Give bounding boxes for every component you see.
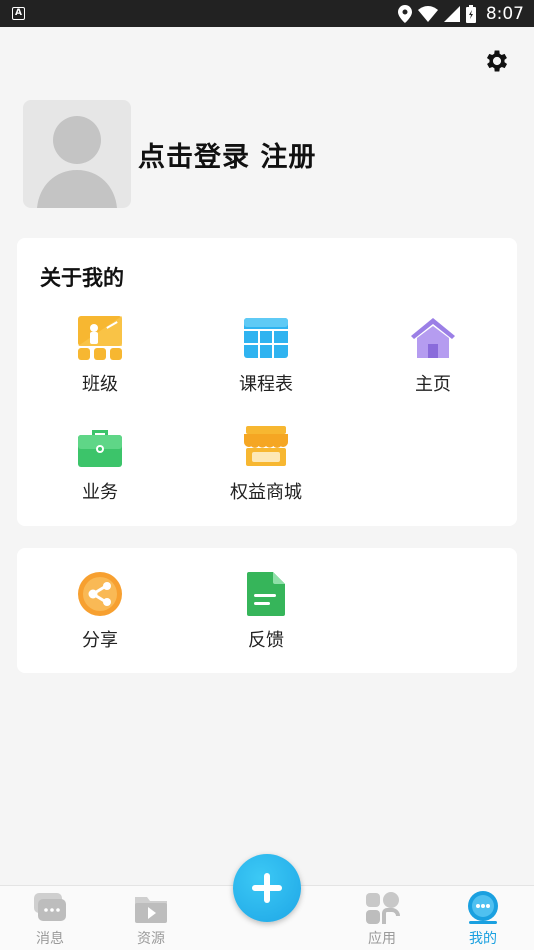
plus-icon [252, 873, 282, 903]
wifi-icon [417, 5, 438, 22]
mine-icon [468, 891, 498, 924]
tab-label: 消息 [36, 931, 64, 947]
grid-item-home[interactable]: 主页 [350, 314, 516, 396]
battery-icon [465, 4, 476, 23]
location-icon [397, 4, 412, 23]
tab-mine[interactable]: 我的 [443, 886, 523, 950]
tab-label: 应用 [368, 931, 396, 947]
tab-apps[interactable]: 应用 [342, 886, 422, 950]
grid-item-label: 班级 [82, 374, 118, 395]
about-me-card: 关于我的 班级 课程表 主页 业务 权益商城 [17, 238, 517, 526]
grid-item-store[interactable]: 权益商城 [183, 422, 349, 504]
tab-label: 资源 [137, 931, 165, 947]
settings-button[interactable] [481, 45, 513, 77]
apps-icon [366, 892, 400, 924]
user-placeholder-icon [37, 116, 117, 208]
tab-label: 我的 [469, 931, 497, 947]
profile-header[interactable]: 点击登录 注册 [23, 100, 316, 208]
add-button[interactable] [233, 854, 301, 922]
grid-item-feedback[interactable]: 反馈 [183, 570, 349, 652]
grid-item-label: 分享 [82, 630, 118, 651]
class-icon [78, 316, 122, 360]
grid-item-schedule[interactable]: 课程表 [183, 314, 349, 396]
grid-item-label: 反馈 [248, 630, 284, 651]
signal-icon [443, 5, 460, 22]
clock: 8:07 [485, 3, 524, 24]
status-bar: A 8:07 [0, 0, 534, 27]
tab-resources[interactable]: 资源 [111, 886, 191, 950]
home-icon [411, 318, 455, 358]
schedule-icon [244, 318, 288, 358]
message-icon [34, 893, 66, 921]
feedback-icon [247, 572, 285, 616]
notification-icon: A [12, 7, 25, 20]
section-title: 关于我的 [40, 266, 124, 290]
tab-messages[interactable]: 消息 [10, 886, 90, 950]
grid-item-class[interactable]: 班级 [17, 314, 183, 396]
grid-item-business[interactable]: 业务 [17, 422, 183, 504]
store-icon [244, 426, 288, 466]
grid-item-label: 业务 [82, 482, 118, 503]
avatar[interactable] [23, 100, 131, 208]
grid-item-label: 权益商城 [230, 482, 302, 503]
gear-icon [486, 50, 508, 72]
share-icon [78, 572, 122, 616]
grid-item-label: 课程表 [239, 374, 293, 395]
grid-item-share[interactable]: 分享 [17, 570, 183, 652]
grid-item-label: 主页 [415, 374, 451, 395]
login-register-link[interactable]: 点击登录 注册 [138, 135, 316, 174]
briefcase-icon [78, 430, 122, 467]
extras-card: 分享 反馈 [17, 548, 517, 673]
resource-icon [135, 897, 167, 923]
